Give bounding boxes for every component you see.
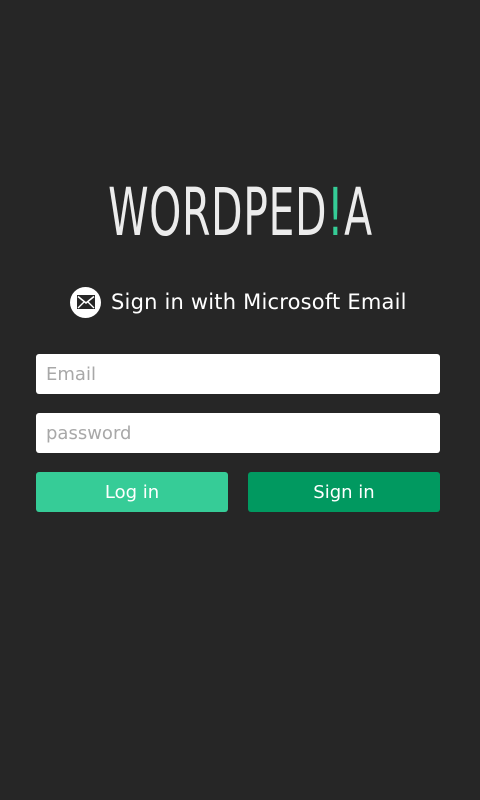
email-field[interactable]	[36, 354, 440, 394]
mail-icon	[70, 286, 101, 318]
logo-text: WORDPED!A	[108, 178, 373, 248]
microsoft-signin-label: Sign in with Microsoft Email	[111, 290, 407, 314]
logo-accent: !	[326, 174, 344, 251]
login-button[interactable]: Log in	[36, 472, 228, 512]
logo-text-end: A	[343, 174, 373, 251]
microsoft-signin-link[interactable]: Sign in with Microsoft Email	[70, 286, 407, 318]
app-logo: WORDPED!A	[0, 178, 480, 248]
password-field[interactable]	[36, 413, 440, 453]
signin-button[interactable]: Sign in	[248, 472, 440, 512]
logo-text-start: WORDPED	[107, 174, 327, 251]
